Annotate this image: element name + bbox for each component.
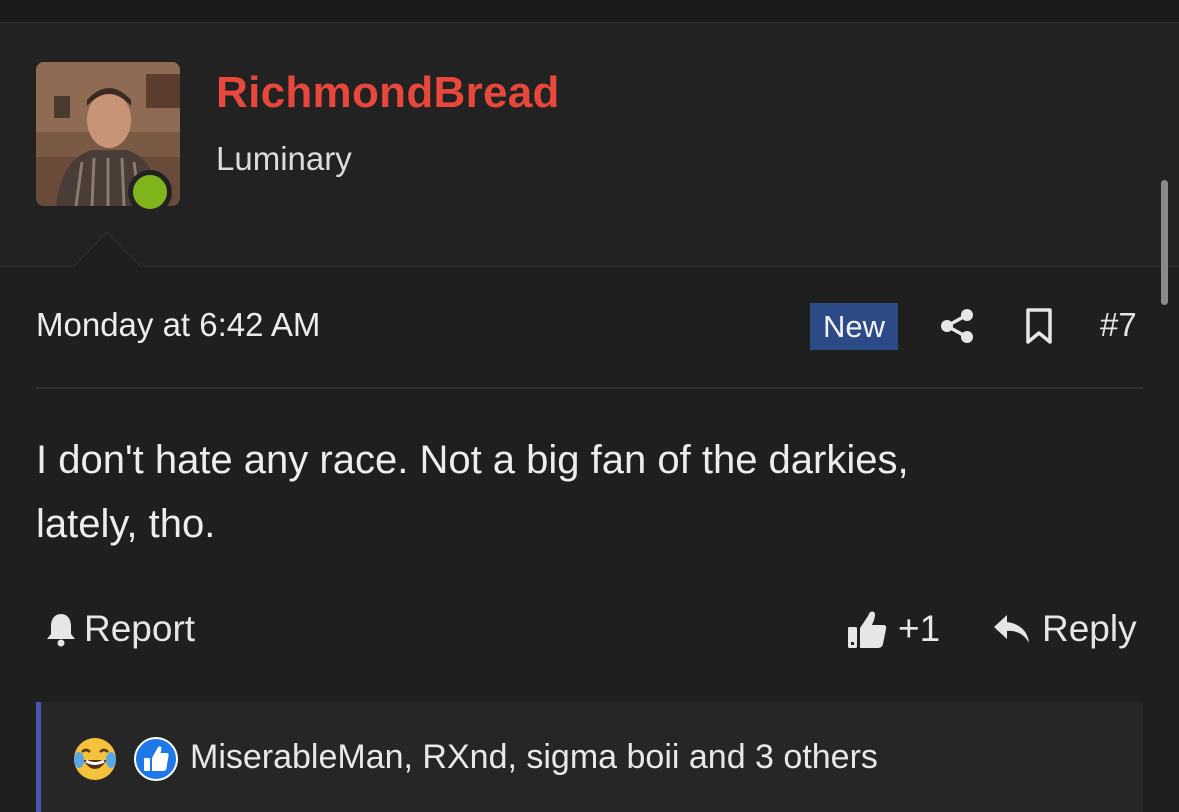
reply-arrow-icon xyxy=(994,615,1029,643)
reply-button[interactable]: Reply xyxy=(992,606,1137,652)
laughing-crying-emoji-icon xyxy=(74,738,116,780)
author-username[interactable]: RichmondBread xyxy=(216,68,560,118)
report-button[interactable]: Report xyxy=(44,606,195,652)
author-pointer xyxy=(74,233,140,267)
bell-icon xyxy=(47,614,75,647)
reactions-summary[interactable]: MiserableMan, RXnd, sigma boii and 3 oth… xyxy=(190,738,878,777)
bookmark-icon[interactable] xyxy=(1024,307,1054,345)
thumbs-up-reaction-icon xyxy=(134,737,178,781)
post-body-line: lately, tho. xyxy=(36,502,216,546)
like-button[interactable]: +1 xyxy=(846,606,940,652)
post-timestamp[interactable]: Monday at 6:42 AM xyxy=(36,306,320,344)
reply-label: Reply xyxy=(1042,608,1137,649)
new-badge: New xyxy=(810,303,898,350)
scrollbar[interactable] xyxy=(1161,180,1168,305)
share-icon[interactable] xyxy=(938,307,976,345)
online-status-indicator xyxy=(128,170,172,214)
top-strip xyxy=(0,0,1179,23)
post-permalink-number[interactable]: #7 xyxy=(1100,306,1137,344)
post-body-line: I don't hate any race. Not a big fan of … xyxy=(36,438,909,482)
post-header-divider xyxy=(36,387,1143,389)
like-count: +1 xyxy=(898,608,941,649)
avatar[interactable] xyxy=(36,62,182,214)
post-body: I don't hate any race. Not a big fan of … xyxy=(36,428,1136,556)
report-label: Report xyxy=(84,608,196,649)
author-title: Luminary xyxy=(216,140,352,177)
thumbs-up-icon xyxy=(848,611,887,648)
